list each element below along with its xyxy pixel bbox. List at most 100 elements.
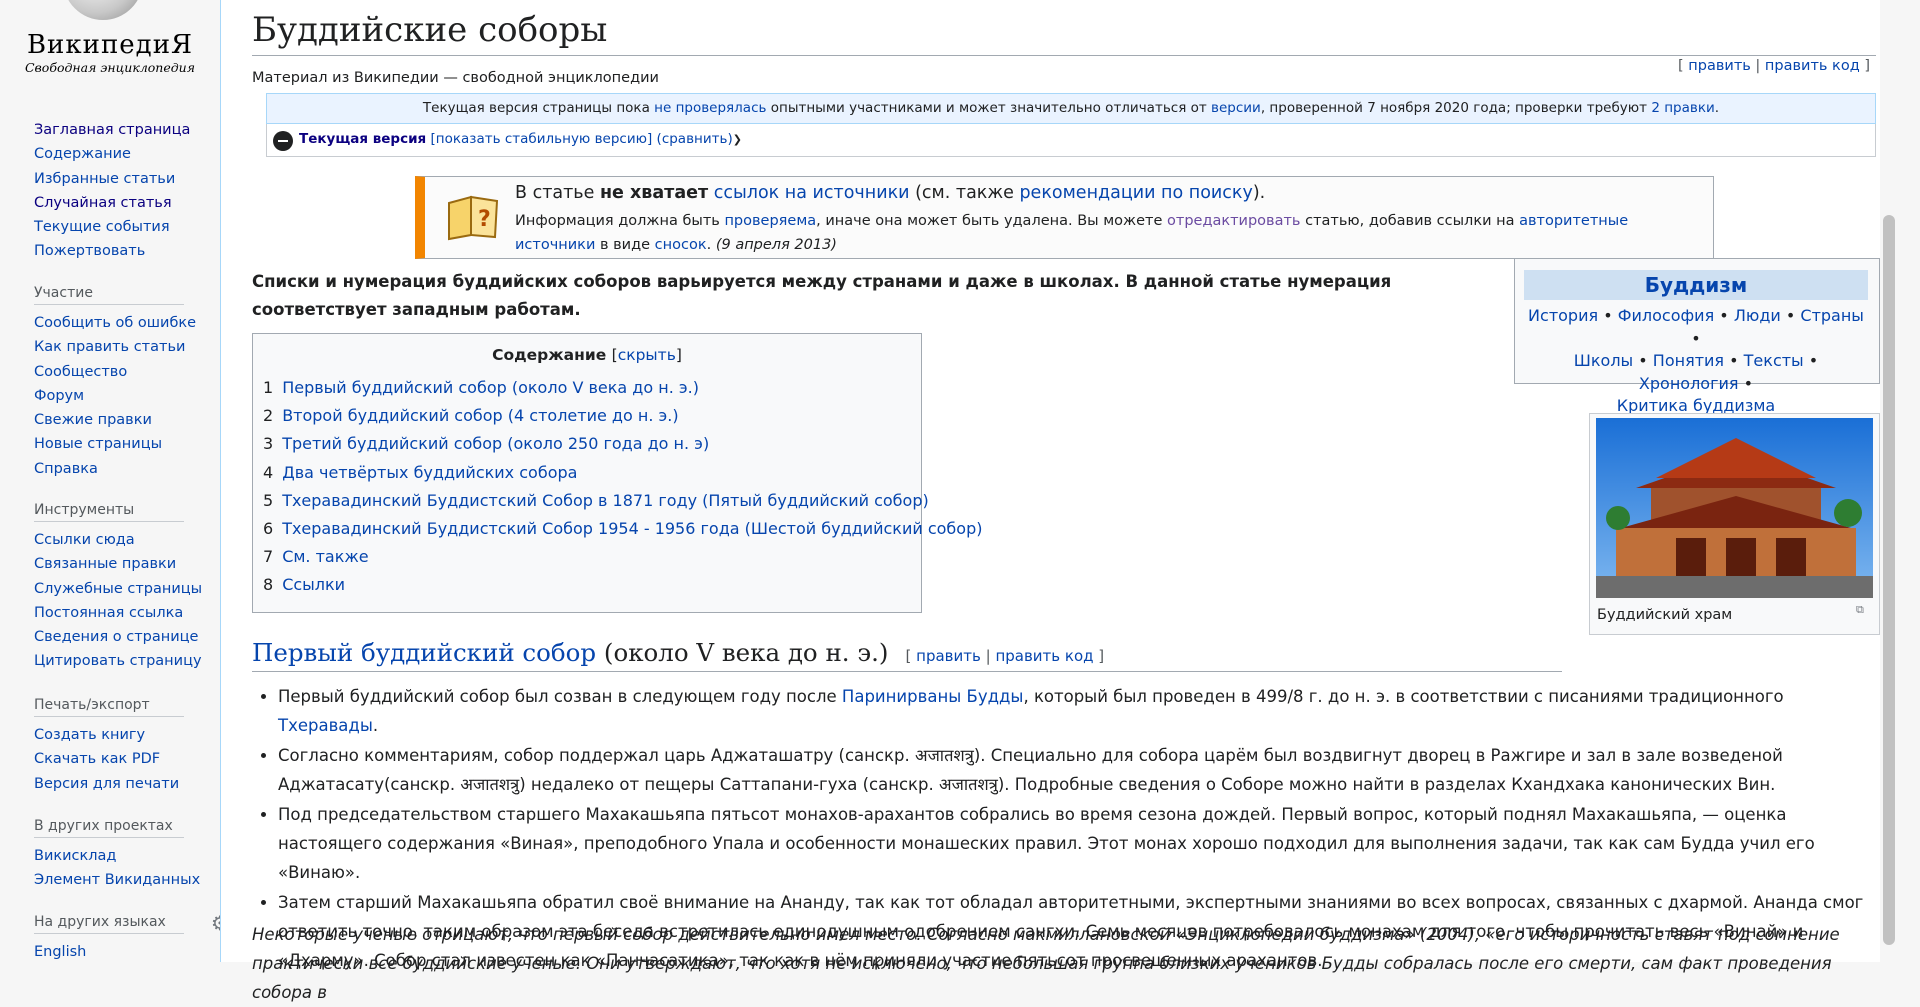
sidebar-link[interactable]: Как править статьи (34, 339, 185, 355)
sidebar-item[interactable]: Сообщество (34, 360, 214, 384)
toc-item[interactable]: 2 Второй буддийский собор (4 столетие до … (263, 402, 982, 430)
sidebar-link[interactable]: Случайная статья (34, 195, 172, 211)
toc-link[interactable]: Второй буддийский собор (4 столетие до н… (282, 406, 678, 425)
toc-link[interactable]: Тхеравадинский Буддистский Собор в 1871 … (282, 491, 929, 510)
sidebar-item[interactable]: Сообщить об ошибке (34, 311, 214, 335)
sidebar-item[interactable]: Создать книгу (34, 723, 214, 747)
sidebar-link[interactable]: Новые страницы (34, 436, 162, 452)
sidebar-item[interactable]: Версия для печати (34, 772, 214, 796)
toc-item[interactable]: 8 Ссылки (263, 571, 982, 599)
sidebar-link[interactable]: Избранные статьи (34, 171, 175, 187)
navbox-link[interactable]: Философия (1618, 306, 1714, 325)
sidebar-item-current-events[interactable]: Текущие события (34, 215, 214, 239)
sidebar-item[interactable]: Постоянная ссылка (34, 601, 214, 625)
navbox-link[interactable]: Хронология (1639, 374, 1739, 393)
navbox-link[interactable]: Люди (1734, 306, 1781, 325)
toc-link[interactable]: Тхеравадинский Буддистский Собор 1954 - … (282, 519, 982, 538)
navbox-link[interactable]: Тексты (1744, 351, 1804, 370)
navbox-link[interactable]: История (1528, 306, 1598, 325)
sidebar-link[interactable]: Постоянная ссылка (34, 605, 183, 621)
navbox-link[interactable]: Страны (1800, 306, 1864, 325)
edit-article-link[interactable]: отредактировать (1167, 213, 1300, 229)
sidebar-item-featured[interactable]: Избранные статьи (34, 167, 214, 191)
sidebar-link[interactable]: Создать книгу (34, 727, 145, 743)
show-stable-link[interactable]: [показать стабильную версию] (431, 131, 653, 147)
toc-link[interactable]: Два четвёртых буддийских собора (282, 463, 577, 482)
navbox-link[interactable]: Школы (1574, 351, 1633, 370)
chevron-down-icon[interactable]: ❯ (733, 133, 742, 146)
sidebar-item[interactable]: Викисклад (34, 844, 214, 868)
sidebar-link[interactable]: Текущие события (34, 219, 170, 235)
theravada-link[interactable]: Тхеравады (278, 716, 373, 735)
buddhist-temple-image[interactable] (1596, 418, 1873, 598)
toc-item[interactable]: 4 Два четвёртых буддийских собора (263, 459, 982, 487)
sidebar-item-language[interactable]: English (34, 940, 214, 964)
section-edit-code-link[interactable]: править код (995, 647, 1093, 665)
sidebar-item[interactable]: Ссылки сюда (34, 528, 214, 552)
toc-hide-link[interactable]: скрыть (618, 346, 676, 364)
sidebar-link[interactable]: Сообщить об ошибке (34, 315, 196, 331)
parinirvana-link[interactable]: Паринирваны Будды (842, 687, 1024, 706)
sidebar-item-main-page[interactable]: Заглавная страница (34, 118, 214, 142)
edit-code-link[interactable]: править код (1765, 58, 1860, 74)
toc-item[interactable]: 3 Третий буддийский собор (около 250 года… (263, 430, 982, 458)
sidebar-link[interactable]: Сообщество (34, 364, 127, 380)
search-guidelines-link[interactable]: рекомендации по поиску (1019, 183, 1252, 203)
ambox-text: ). (1252, 183, 1266, 203)
sidebar-link[interactable]: Свежие правки (34, 412, 152, 428)
sidebar-link[interactable]: Ссылки сюда (34, 532, 135, 548)
footnotes-link[interactable]: сносок (655, 237, 707, 253)
toc-link[interactable]: Ссылки (282, 575, 345, 594)
version-link[interactable]: версии (1211, 100, 1261, 116)
sidebar-link[interactable]: Заглавная страница (34, 122, 190, 138)
not-reviewed-link[interactable]: не проверялась (654, 100, 766, 116)
compare-link[interactable]: (сравнить) (657, 131, 733, 147)
toc-item[interactable]: 5 Тхеравадинский Буддистский Собор в 1871… (263, 487, 982, 515)
sidebar-link[interactable]: Сведения о странице (34, 629, 198, 645)
toc-item[interactable]: 7 См. также (263, 543, 982, 571)
sidebar-link[interactable]: Служебные страницы (34, 581, 202, 597)
navbox-title[interactable]: Буддизм (1524, 270, 1868, 300)
toc-link[interactable]: См. также (282, 547, 368, 566)
toc-item[interactable]: 6 Тхеравадинский Буддистский Собор 1954 -… (263, 515, 982, 543)
sidebar-item-contents[interactable]: Содержание (34, 142, 214, 166)
sidebar-link[interactable]: Скачать как PDF (34, 751, 160, 767)
toc-item[interactable]: 1 Первый буддийский собор (около V века д… (263, 374, 982, 402)
sidebar-item[interactable]: Элемент Викиданных (34, 868, 214, 892)
toc-link[interactable]: Третий буддийский собор (около 250 года … (282, 434, 709, 453)
sidebar-item[interactable]: Новые страницы (34, 432, 214, 456)
sidebar-link[interactable]: English (34, 944, 86, 960)
sidebar-item[interactable]: Форум (34, 384, 214, 408)
sidebar-link[interactable]: Викисклад (34, 848, 116, 864)
sidebar-item[interactable]: Связанные правки (34, 552, 214, 576)
sidebar-item[interactable]: Свежие правки (34, 408, 214, 432)
enlarge-icon[interactable]: ⧉ (1856, 603, 1870, 616)
pending-edits-link[interactable]: 2 правки (1651, 100, 1714, 116)
sidebar-link[interactable]: Пожертвовать (34, 243, 145, 259)
edit-link[interactable]: править (1688, 58, 1751, 74)
sidebar-item[interactable]: Служебные страницы (34, 577, 214, 601)
section-edit-link[interactable]: править (916, 647, 981, 665)
sidebar-link[interactable]: Цитировать страницу (34, 653, 202, 669)
sidebar-item-random[interactable]: Случайная статья (34, 191, 214, 215)
sidebar-item[interactable]: Справка (34, 457, 214, 481)
sidebar-link[interactable]: Элемент Викиданных (34, 872, 200, 888)
sidebar-link[interactable]: Содержание (34, 146, 131, 162)
scrollbar-thumb[interactable] (1883, 215, 1895, 945)
toc-link[interactable]: Первый буддийский собор (около V века до… (282, 378, 699, 397)
sidebar-item[interactable]: Скачать как PDF (34, 747, 214, 771)
sidebar-item[interactable]: Как править статьи (34, 335, 214, 359)
sidebar-item-donate[interactable]: Пожертвовать (34, 239, 214, 263)
sidebar-link[interactable]: Связанные правки (34, 556, 176, 572)
sidebar-item[interactable]: Цитировать страницу (34, 649, 214, 673)
navbox-link[interactable]: Понятия (1653, 351, 1724, 370)
sidebar-link[interactable]: Версия для печати (34, 776, 179, 792)
sources-link[interactable]: ссылок на источники (714, 183, 910, 203)
sidebar-item[interactable]: Сведения о странице (34, 625, 214, 649)
sidebar-link[interactable]: Справка (34, 461, 98, 477)
vertical-scrollbar[interactable] (1880, 0, 1900, 962)
section-title-link[interactable]: Первый буддийский собор (252, 638, 596, 667)
verifiable-link[interactable]: проверяема (724, 213, 816, 229)
sidebar-link[interactable]: Форум (34, 388, 84, 404)
wikipedia-logo[interactable]: ВикипедиЯ Свободная энциклопедия (0, 0, 220, 110)
